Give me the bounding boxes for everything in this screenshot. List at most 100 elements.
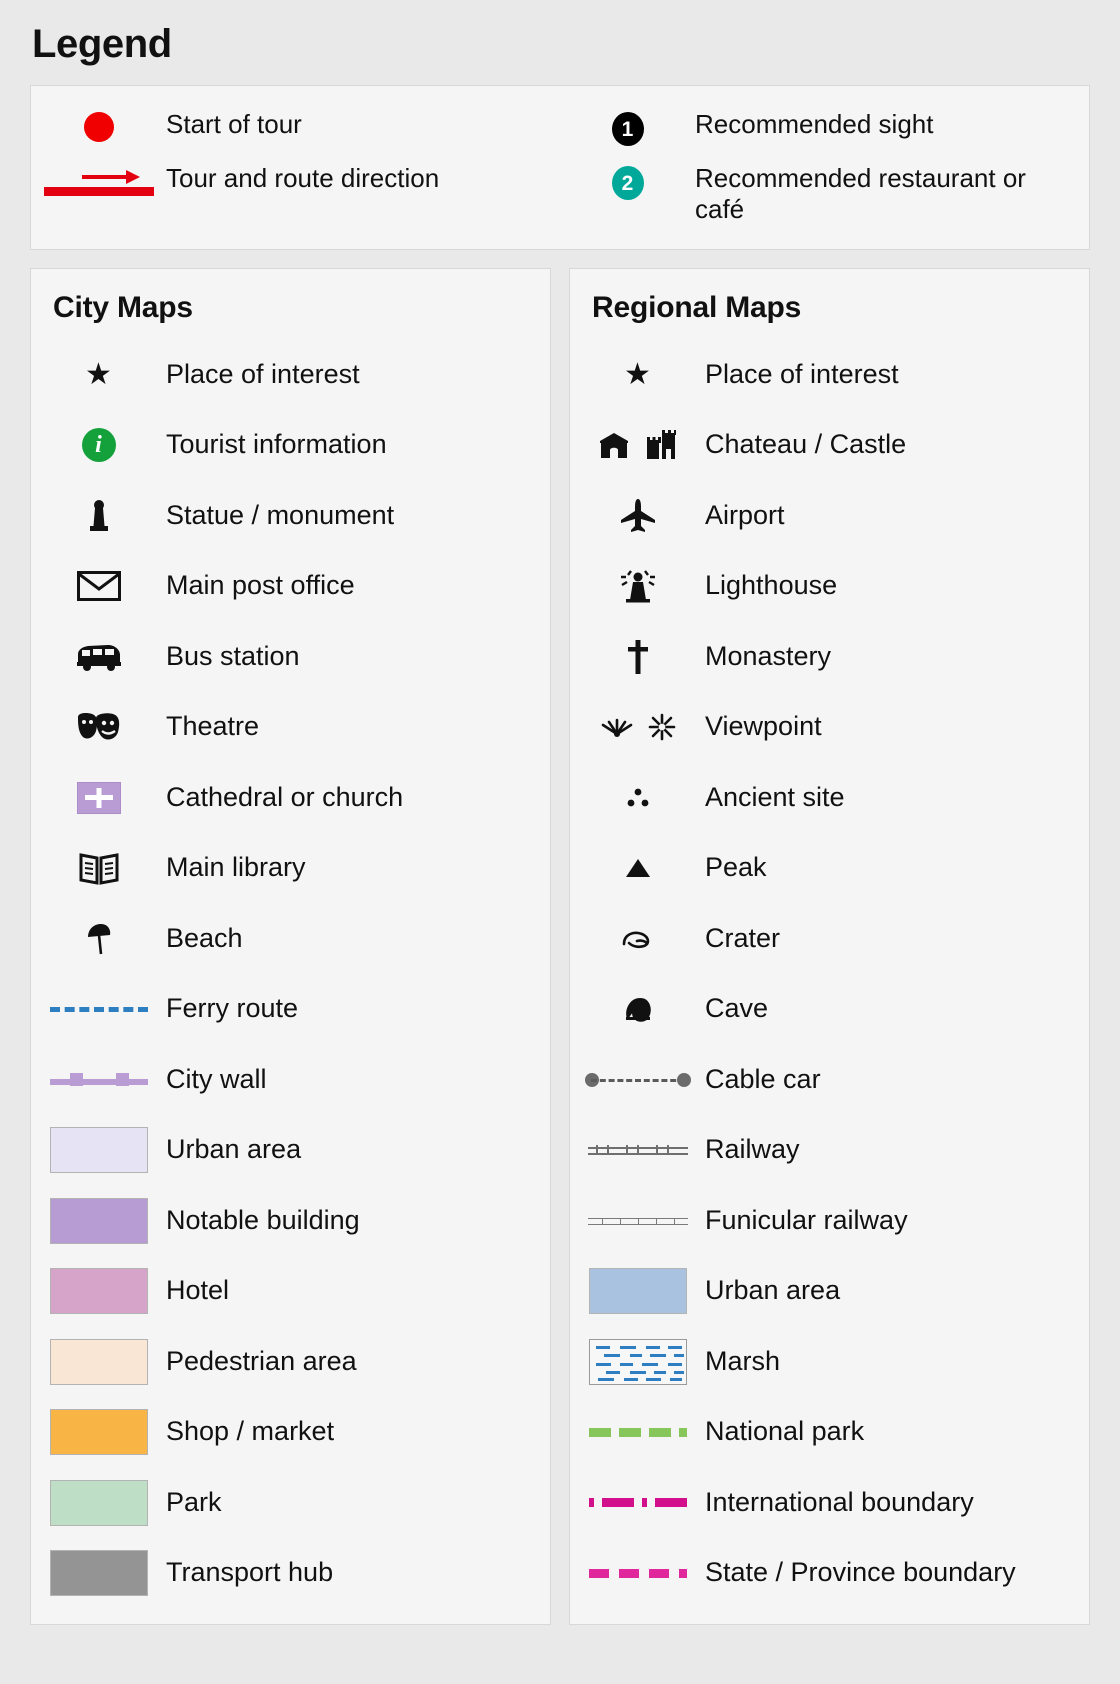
legend-row-label: Airport (705, 499, 785, 530)
cross-monastery-icon (570, 639, 705, 675)
legend-row-label: Urban area (166, 1134, 302, 1165)
legend-row-international-boundary: International boundary (570, 1467, 1089, 1538)
legend-row-label: Shop / market (166, 1416, 335, 1447)
page-title: Legend (32, 22, 172, 66)
legend-row-label: Chateau / Castle (705, 429, 907, 460)
legend-row-monastery: Monastery (570, 621, 1089, 692)
legend-row-cable-car: Cable car (570, 1044, 1089, 1115)
legend-row-label: Funicular railway (705, 1204, 908, 1235)
church-cross-swatch-icon (31, 781, 166, 814)
legend-row-label: Ancient site (705, 781, 845, 812)
ancient-site-dots-icon (570, 786, 705, 810)
transport-hub-swatch-icon (31, 1550, 166, 1597)
general-left-column: Start of tour Tour and route direction (31, 106, 560, 227)
envelope-post-office-icon (31, 571, 166, 602)
marker-number: 2 (611, 166, 644, 200)
state-province-boundary-line-icon (570, 1568, 705, 1578)
airplane-icon (570, 498, 705, 534)
chateau-castle-icon (570, 429, 705, 461)
lighthouse-icon (570, 568, 705, 604)
legend-row-urban-area: Urban area (31, 1115, 550, 1186)
legend-row-label: Beach (166, 922, 243, 953)
legend-row-state-province-boundary: State / Province boundary (570, 1538, 1089, 1609)
legend-row-ancient-site: Ancient site (570, 762, 1089, 833)
legend-row-peak: Peak (570, 833, 1089, 904)
legend-row-label: Lighthouse (705, 570, 838, 601)
national-park-dashed-line-icon (570, 1427, 705, 1437)
legend-row-label: Park (166, 1486, 222, 1517)
legend-row-label: Main library (166, 852, 306, 883)
legend-row-national-park: National park (570, 1397, 1089, 1468)
legend-row-label: Place of interest (166, 358, 360, 389)
legend-row-label: Marsh (705, 1345, 781, 1376)
legend-row-label: Viewpoint (705, 711, 822, 742)
legend-row-label: Hotel (166, 1275, 230, 1306)
park-swatch-icon (31, 1479, 166, 1526)
legend-entry-label: Tour and route direction (166, 163, 440, 193)
legend-entry-start-of-tour: Start of tour (31, 106, 560, 160)
legend-row-label: City wall (166, 1063, 267, 1094)
route-direction-arrow-icon (31, 163, 166, 200)
tourist-information-icon: i (31, 428, 166, 463)
legend-row-label: Statue / monument (166, 499, 395, 530)
legend-entry-label: Recommended restaurant or café (695, 163, 1026, 224)
legend-row-viewpoint: Viewpoint (570, 692, 1089, 763)
crater-icon (570, 928, 705, 950)
bus-icon (31, 642, 166, 672)
marsh-swatch-icon (570, 1338, 705, 1385)
legend-row-main-post-office: Main post office (31, 551, 550, 622)
urban-area-swatch-icon (31, 1127, 166, 1174)
star-icon: ★ (85, 357, 112, 391)
red-dot-icon (31, 109, 166, 142)
star-icon: ★ (624, 357, 651, 391)
funicular-railway-line-icon (570, 1215, 705, 1227)
statue-monument-icon (31, 498, 166, 534)
general-legend-panel: Start of tour Tour and route direction 1 (30, 85, 1090, 251)
legend-row-label: Cave (705, 993, 769, 1024)
legend-entry-tour-route-direction: Tour and route direction (31, 160, 560, 214)
hotel-swatch-icon (31, 1268, 166, 1315)
beach-umbrella-icon (31, 922, 166, 956)
legend-entry-recommended-restaurant: 2 Recommended restaurant or café (560, 160, 1089, 227)
legend-row-label: National park (705, 1416, 865, 1447)
legend-row-label: Transport hub (166, 1557, 334, 1588)
legend-row-park: Park (31, 1467, 550, 1538)
legend-row-cave: Cave (570, 974, 1089, 1045)
legend-row-urban-area: Urban area (570, 1256, 1089, 1327)
legend-row-main-library: Main library (31, 833, 550, 904)
legend-entry-recommended-sight: 1 Recommended sight (560, 106, 1089, 160)
legend-row-label: Main post office (166, 570, 355, 601)
legend-row-label: Theatre (166, 711, 260, 742)
legend-row-chateau-castle: Chateau / Castle (570, 410, 1089, 481)
pedestrian-area-swatch-icon (31, 1338, 166, 1385)
legend-row-lighthouse: Lighthouse (570, 551, 1089, 622)
cave-icon (570, 995, 705, 1023)
marker-number: 1 (611, 112, 644, 146)
legend-row-notable-building: Notable building (31, 1185, 550, 1256)
legend-row-pedestrian-area: Pedestrian area (31, 1326, 550, 1397)
legend-row-label: Place of interest (705, 358, 899, 389)
legend-entry-label: Recommended sight (695, 109, 934, 139)
legend-row-label: Bus station (166, 640, 300, 671)
numbered-marker-black-icon: 1 (560, 109, 695, 146)
legend-row-label: Cathedral or church (166, 781, 404, 812)
cable-car-line-icon (570, 1071, 705, 1089)
legend-row-label: Notable building (166, 1204, 360, 1235)
legend-row-transport-hub: Transport hub (31, 1538, 550, 1609)
legend-row-place-of-interest: ★ Place of interest (31, 339, 550, 410)
legend-row-statue-monument: Statue / monument (31, 480, 550, 551)
legend-row-bus-station: Bus station (31, 621, 550, 692)
notable-building-swatch-icon (31, 1197, 166, 1244)
legend-row-label: State / Province boundary (705, 1557, 1016, 1588)
viewpoint-starburst-icon (570, 713, 705, 741)
legend-row-marsh: Marsh (570, 1326, 1089, 1397)
map-legend-columns: City Maps ★ Place of interest i Tourist … (30, 268, 1090, 1626)
regional-maps-panel: Regional Maps ★ Place of interest Chatea… (569, 268, 1090, 1626)
theatre-masks-icon (31, 711, 166, 743)
legend-row-tourist-information: i Tourist information (31, 410, 550, 481)
legend-page: Legend Start of tour Tour and route dire (0, 0, 1120, 1684)
general-right-column: 1 Recommended sight 2 Recommended restau… (560, 106, 1089, 227)
shop-market-swatch-icon (31, 1409, 166, 1456)
legend-row-city-wall: City wall (31, 1044, 550, 1115)
legend-row-ferry-route: Ferry route (31, 974, 550, 1045)
